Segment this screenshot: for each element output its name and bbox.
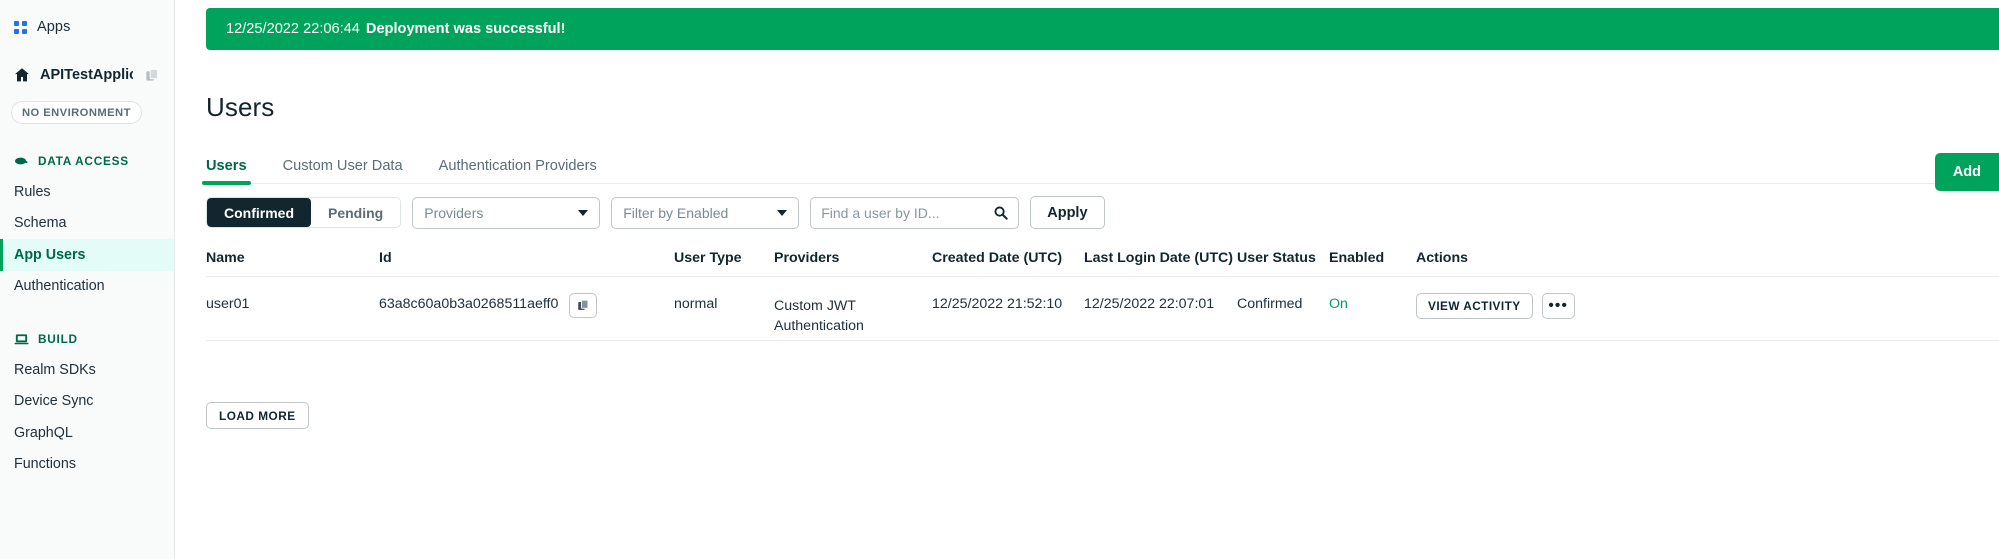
tab-custom-user-data[interactable]: Custom User Data xyxy=(283,148,403,183)
cell-user-type: normal xyxy=(674,296,718,312)
sidebar-item-rules[interactable]: Rules xyxy=(0,176,174,208)
search-box[interactable] xyxy=(810,196,1020,229)
segment-pending[interactable]: Pending xyxy=(311,198,401,227)
tab-label: Custom User Data xyxy=(282,157,403,174)
cell-user-status: Confirmed xyxy=(1237,296,1303,312)
deployment-success-banner: 12/25/2022 22:06:44 Deployment was succe… xyxy=(206,8,1999,50)
sidebar-item-functions[interactable]: Functions xyxy=(0,449,174,481)
users-table: Name Id User Type Providers Created Date… xyxy=(206,240,1999,341)
nav-label: Authentication xyxy=(14,278,105,295)
providers-select[interactable]: Providers xyxy=(412,196,601,229)
tab-authentication-providers[interactable]: Authentication Providers xyxy=(439,148,597,183)
sidebar-item-apps[interactable]: Apps xyxy=(0,10,174,44)
filter-toolbar: Confirmed Pending Providers Filter by En… xyxy=(206,196,1105,229)
tab-bar: Users Custom User Data Authentication Pr… xyxy=(202,148,1999,185)
sidebar-item-schema[interactable]: Schema xyxy=(0,208,174,240)
column-header-user-type: User Type xyxy=(674,250,742,266)
cell-enabled: On xyxy=(1329,296,1348,312)
copy-id-button[interactable] xyxy=(569,293,598,318)
section-label: DATA ACCESS xyxy=(38,154,129,168)
search-input[interactable] xyxy=(821,204,987,221)
column-header-providers: Providers xyxy=(774,250,840,266)
column-header-created: Created Date (UTC) xyxy=(932,250,1063,266)
cell-id-value: 63a8c60a0b3a0268511aeff0 xyxy=(379,296,559,312)
load-more-button[interactable]: LOAD MORE xyxy=(206,402,309,429)
realm-app-users-page: Apps APITestApplic... NO ENVIRONMENT DAT… xyxy=(0,0,1999,559)
application-name: APITestApplic... xyxy=(40,67,133,83)
cell-actions: VIEW ACTIVITY ••• xyxy=(1416,293,1999,319)
add-user-button[interactable]: Add xyxy=(1934,153,1999,191)
copy-icon[interactable] xyxy=(145,68,160,83)
cell-id: 63a8c60a0b3a0268511aeff0 xyxy=(379,293,674,318)
column-header-enabled: Enabled xyxy=(1329,250,1385,266)
column-header-user-status: User Status xyxy=(1237,250,1316,266)
apply-button[interactable]: Apply xyxy=(1030,196,1105,229)
nav-label: GraphQL xyxy=(14,424,73,441)
cell-last-login-date: 12/25/2022 22:07:01 xyxy=(1084,296,1215,312)
chevron-down-icon xyxy=(777,209,788,216)
tab-label: Users xyxy=(206,157,247,174)
nav-label: Schema xyxy=(14,215,67,232)
segment-confirmed[interactable]: Confirmed xyxy=(207,198,311,227)
column-header-actions: Actions xyxy=(1416,250,1469,266)
page-title: Users xyxy=(206,92,275,122)
table-header-row: Name Id User Type Providers Created Date… xyxy=(206,240,1999,277)
sidebar-item-application[interactable]: APITestApplic... xyxy=(0,58,174,92)
table-row: user01 63a8c60a0b3a0268511aeff0 normal C… xyxy=(206,277,1999,341)
apps-label: Apps xyxy=(37,19,71,35)
column-header-last-login: Last Login Date (UTC) xyxy=(1084,250,1233,266)
enabled-select-value: Filter by Enabled xyxy=(623,204,729,221)
environment-badge: NO ENVIRONMENT xyxy=(11,101,142,124)
apps-grid-icon xyxy=(14,20,27,34)
providers-select-value: Providers xyxy=(424,204,484,221)
chevron-down-icon xyxy=(578,209,589,216)
banner-message: Deployment was successful! xyxy=(365,21,566,37)
sidebar: Apps APITestApplic... NO ENVIRONMENT DAT… xyxy=(0,0,175,559)
sidebar-item-device-sync[interactable]: Device Sync xyxy=(0,386,174,418)
banner-timestamp: 12/25/2022 22:06:44 xyxy=(226,21,360,37)
nav-label: Rules xyxy=(14,183,51,200)
cell-created-date: 12/25/2022 21:52:10 xyxy=(932,296,1063,312)
status-segmented-control: Confirmed Pending xyxy=(206,197,402,228)
search-icon[interactable] xyxy=(993,205,1008,220)
cell-providers: Custom JWT Authentication xyxy=(774,298,864,334)
sidebar-item-graphql[interactable]: GraphQL xyxy=(0,417,174,449)
sidebar-section-build: BUILD xyxy=(0,324,174,354)
nav-label: Functions xyxy=(14,456,76,473)
cloud-icon xyxy=(14,154,29,168)
enabled-select[interactable]: Filter by Enabled xyxy=(611,196,800,229)
column-header-name: Name xyxy=(206,250,245,266)
more-actions-button[interactable]: ••• xyxy=(1541,293,1575,319)
nav-label: Device Sync xyxy=(14,393,94,410)
nav-label: Realm SDKs xyxy=(14,361,96,378)
laptop-icon xyxy=(14,332,29,346)
sidebar-section-data-access: DATA ACCESS xyxy=(0,146,174,176)
view-activity-button[interactable]: VIEW ACTIVITY xyxy=(1416,293,1533,319)
home-icon xyxy=(14,67,30,83)
tab-label: Authentication Providers xyxy=(438,157,597,174)
section-label: BUILD xyxy=(38,332,78,346)
column-header-id: Id xyxy=(379,250,392,266)
nav-label: App Users xyxy=(14,246,86,263)
cell-name: user01 xyxy=(206,296,250,312)
sidebar-item-app-users[interactable]: App Users xyxy=(0,239,174,271)
sidebar-item-realm-sdks[interactable]: Realm SDKs xyxy=(0,354,174,386)
tab-users[interactable]: Users xyxy=(202,148,251,185)
sidebar-item-authentication[interactable]: Authentication xyxy=(0,271,174,303)
main-content: 12/25/2022 22:06:44 Deployment was succe… xyxy=(175,0,1999,559)
